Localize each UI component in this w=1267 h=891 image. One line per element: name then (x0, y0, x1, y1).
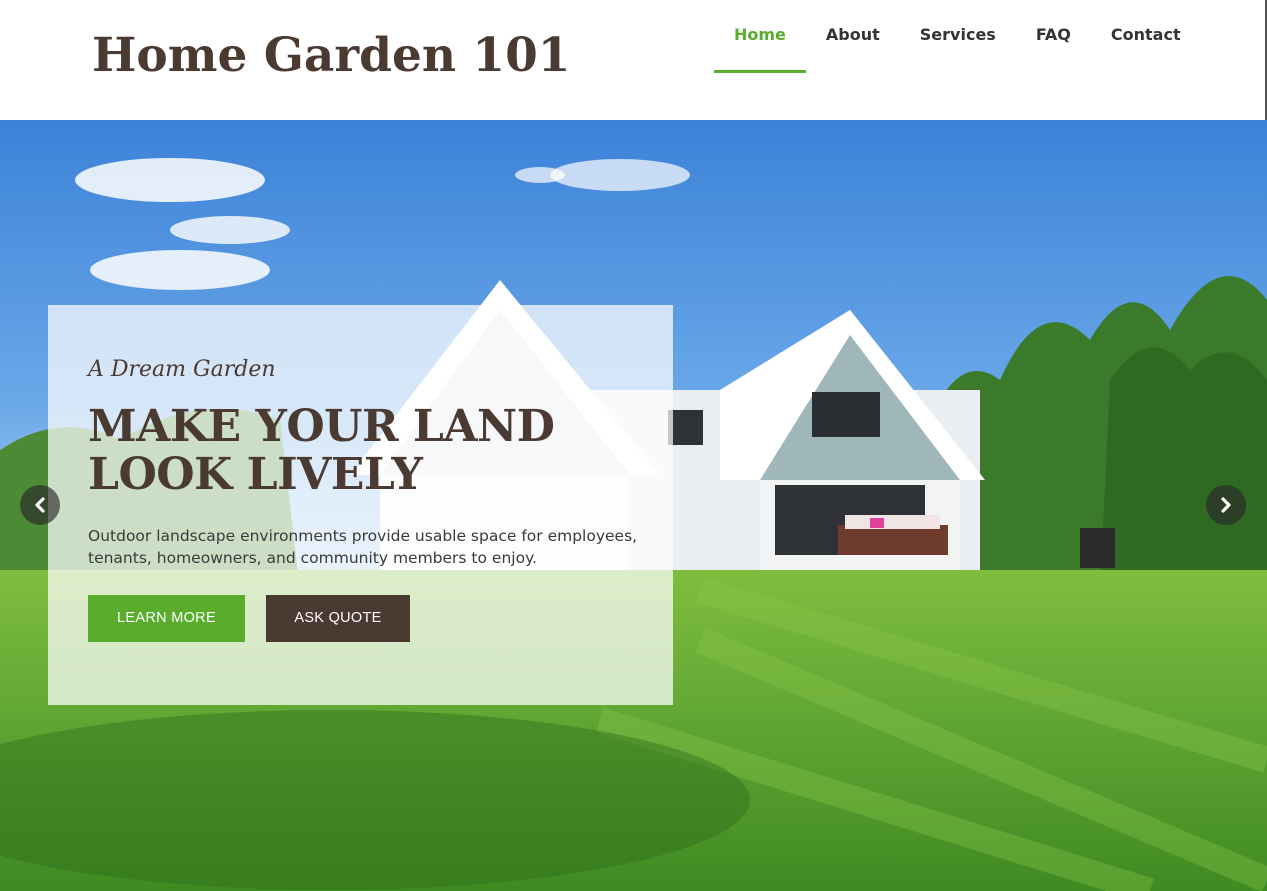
hero-slider: A Dream Garden MAKE YOUR LAND LOOK LIVEL… (0, 120, 1267, 891)
slider-prev-button[interactable] (20, 485, 60, 525)
nav-item-home[interactable]: Home (714, 0, 806, 74)
slider-next-button[interactable] (1206, 485, 1246, 525)
hero-headline-line2: LOOK LIVELY (88, 449, 423, 500)
hero-headline-line1: MAKE YOUR LAND (88, 401, 555, 452)
site-title[interactable]: Home Garden 101 (92, 28, 571, 83)
caption-panel: A Dream Garden MAKE YOUR LAND LOOK LIVEL… (48, 305, 673, 705)
site-header: Home Garden 101 Home About Services FAQ … (0, 0, 1267, 120)
main-nav: Home About Services FAQ Contact (714, 0, 1201, 74)
hero-headline: MAKE YOUR LAND LOOK LIVELY (88, 403, 648, 499)
nav-item-contact[interactable]: Contact (1091, 0, 1201, 74)
nav-item-services[interactable]: Services (900, 0, 1016, 74)
hero-description: Outdoor landscape environments provide u… (88, 527, 638, 567)
ask-quote-button[interactable]: ASK QUOTE (266, 595, 410, 642)
chevron-left-icon (35, 497, 45, 513)
hero-kicker: A Dream Garden (88, 357, 276, 382)
nav-item-faq[interactable]: FAQ (1016, 0, 1091, 74)
chevron-right-icon (1221, 497, 1231, 513)
nav-item-about[interactable]: About (806, 0, 900, 74)
learn-more-button[interactable]: LEARN MORE (88, 595, 245, 642)
